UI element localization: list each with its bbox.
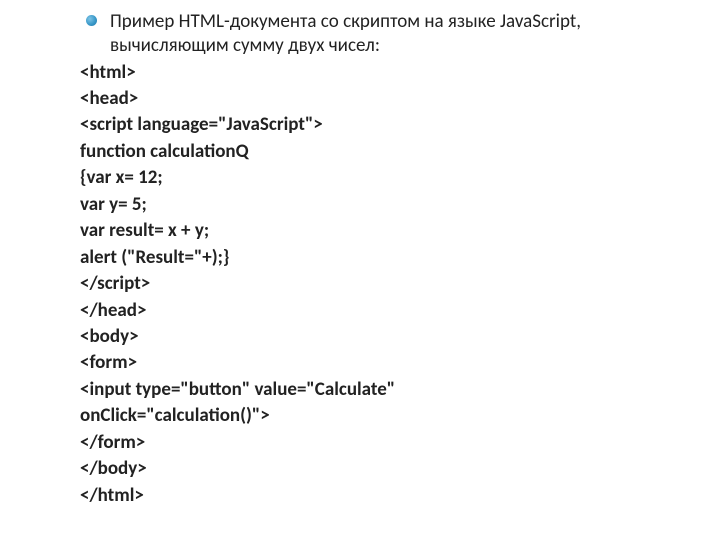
code-line: var result= x + y; xyxy=(80,218,690,243)
code-line: <html> xyxy=(80,60,690,85)
code-line: </head> xyxy=(80,298,690,323)
code-line: <body> xyxy=(80,324,690,349)
code-line: <script language="JavaScript"> xyxy=(80,112,690,137)
bullet-icon xyxy=(86,15,97,26)
code-line: function calculationQ xyxy=(80,139,690,164)
slide-content: Пример HTML-документа со скриптом на язы… xyxy=(0,0,720,508)
code-line: var y= 5; xyxy=(80,192,690,217)
intro-text: Пример HTML-документа со скриптом на язы… xyxy=(110,10,581,57)
code-line: </body> xyxy=(80,456,690,481)
code-line: <head> xyxy=(80,86,690,111)
code-line: <input type="button" value="Calculate" xyxy=(80,377,690,402)
intro-paragraph: Пример HTML-документа со скриптом на язы… xyxy=(80,10,690,58)
code-line: </script> xyxy=(80,271,690,296)
code-line: <form> xyxy=(80,350,690,375)
code-line: alert ("Result="+);} xyxy=(80,245,690,270)
code-line: {var x= 12; xyxy=(80,165,690,190)
code-line: </form> xyxy=(80,430,690,455)
code-listing: <html> <head> <script language="JavaScri… xyxy=(80,60,690,509)
code-line: onClick="calculation()"> xyxy=(80,403,690,428)
code-line: </html> xyxy=(80,483,690,508)
